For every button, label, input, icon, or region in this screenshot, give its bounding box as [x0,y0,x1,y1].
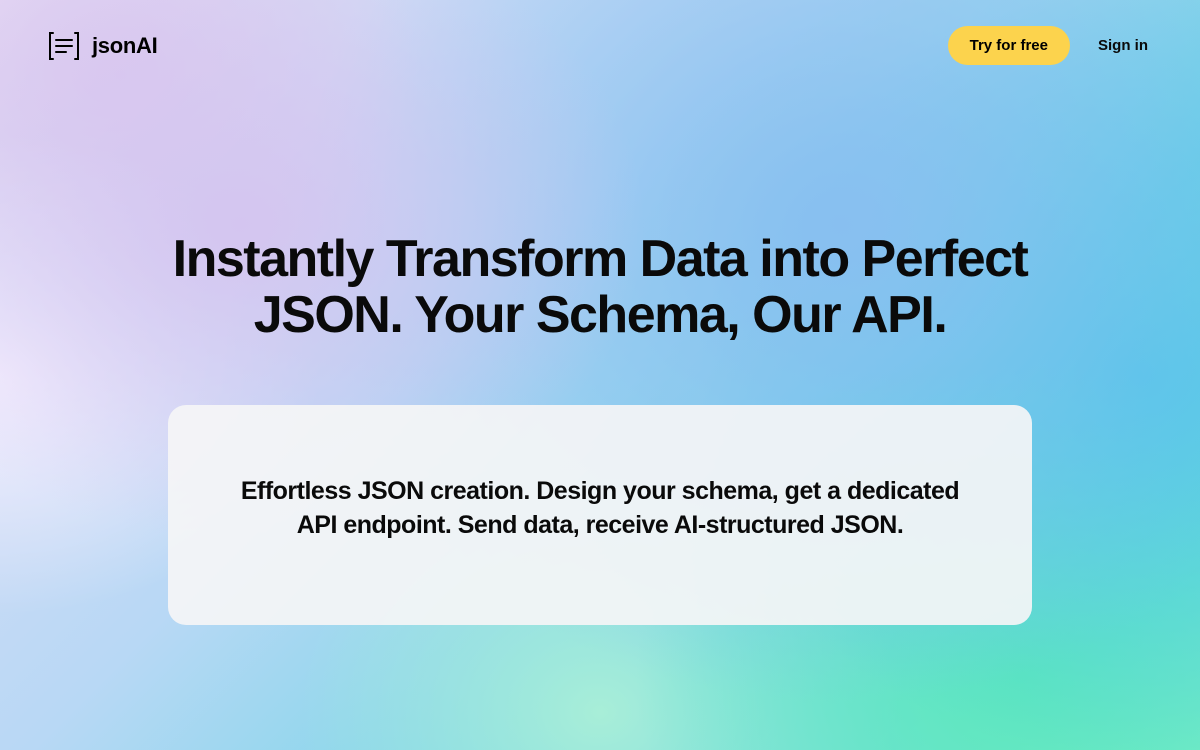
sign-in-button[interactable]: Sign in [1094,29,1152,62]
try-for-free-button[interactable]: Try for free [948,26,1070,65]
document-bracket-icon [48,30,80,62]
brand-name: jsonAI [92,33,157,59]
header-actions: Try for free Sign in [948,26,1152,65]
hero-section: Instantly Transform Data into Perfect JS… [0,91,1200,625]
description-card: Effortless JSON creation. Design your sc… [168,405,1032,625]
description-text: Effortless JSON creation. Design your sc… [224,475,976,543]
hero-title: Instantly Transform Data into Perfect JS… [150,231,1050,343]
header: jsonAI Try for free Sign in [0,0,1200,91]
logo[interactable]: jsonAI [48,30,157,62]
